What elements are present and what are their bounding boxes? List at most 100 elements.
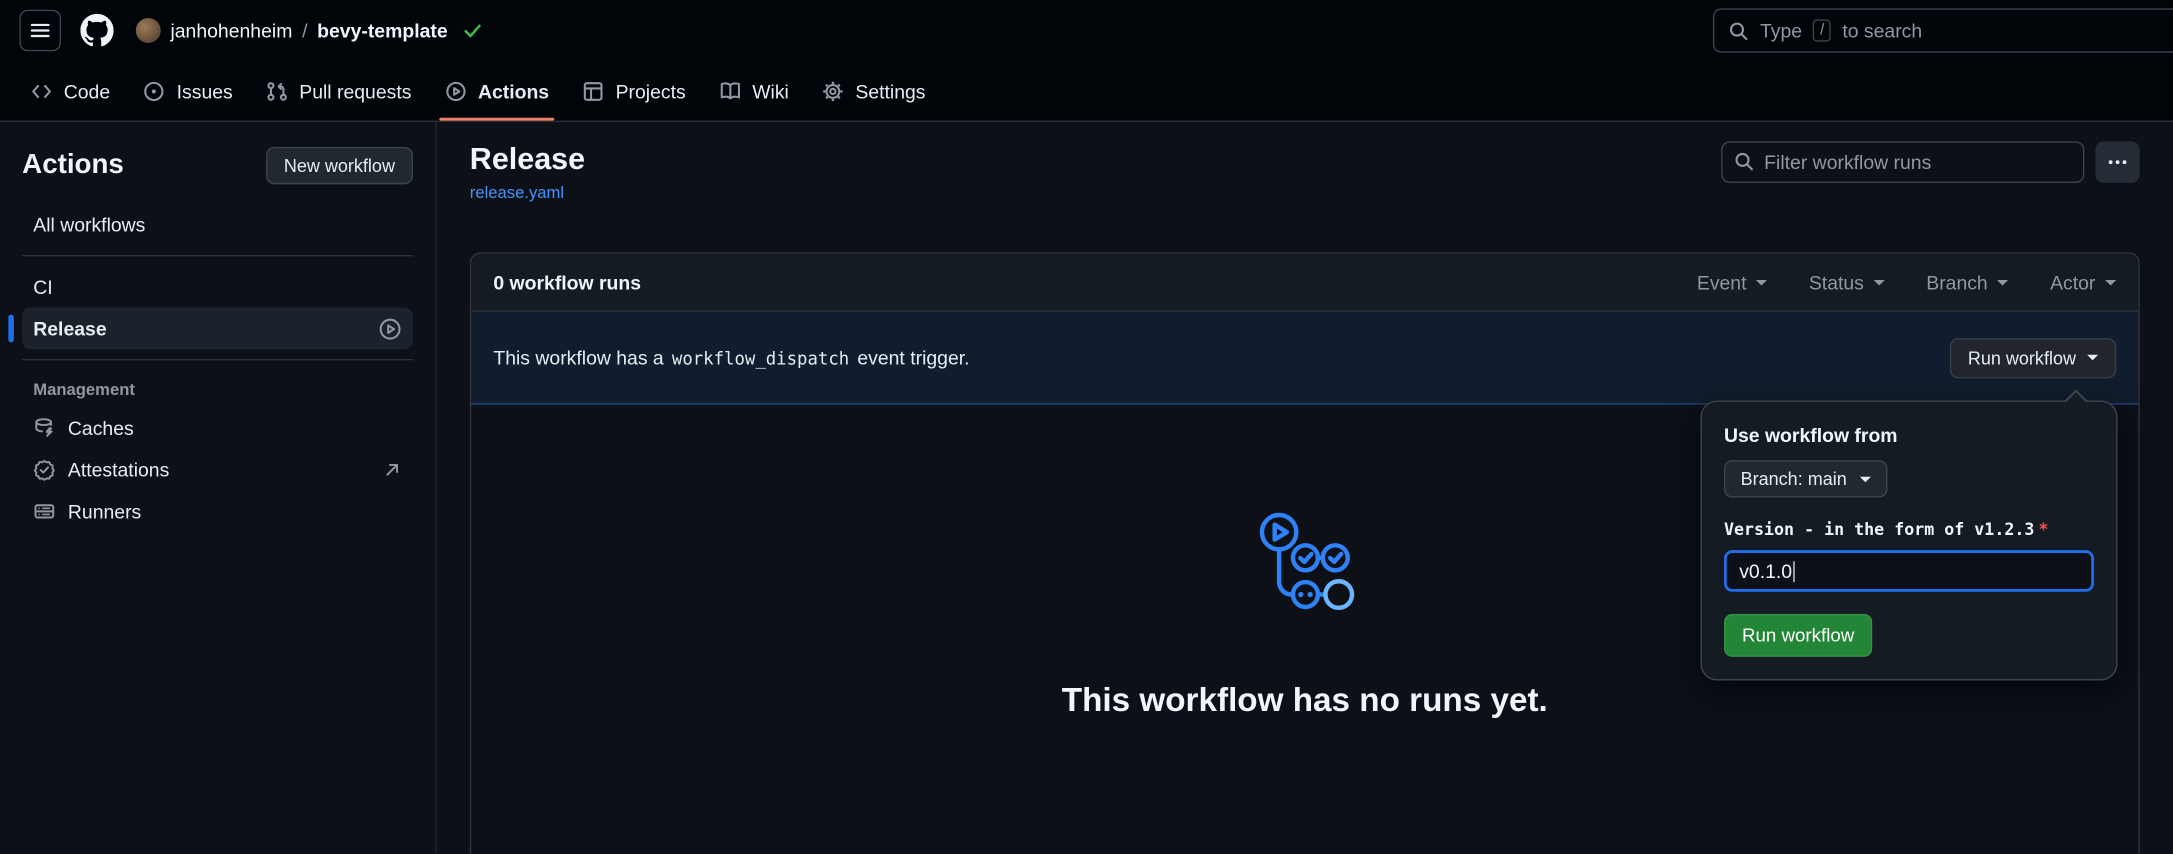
kebab-icon <box>2106 151 2128 173</box>
breadcrumb-repo-link[interactable]: bevy-template <box>317 19 447 41</box>
popover-title: Use workflow from <box>1724 424 2094 446</box>
breadcrumb-separator: / <box>302 19 307 41</box>
git-pull-request-icon <box>266 80 288 102</box>
table-icon <box>582 80 604 102</box>
tab-actions[interactable]: Actions <box>431 61 563 121</box>
empty-state-title: This workflow has no runs yet. <box>1062 682 1548 721</box>
sidebar-divider <box>22 255 413 256</box>
page-title: Release <box>470 141 585 176</box>
tab-label: Actions <box>478 80 549 102</box>
management-section-label: Management <box>33 380 413 399</box>
banner-text-before: This workflow has a <box>493 347 663 369</box>
tab-label: Wiki <box>752 80 789 102</box>
hamburger-icon <box>29 19 51 41</box>
banner-code: workflow_dispatch <box>669 348 852 369</box>
global-search-input[interactable]: Type / to search <box>1713 8 2173 52</box>
workflow-graph-illustration <box>1249 510 1360 621</box>
chevron-down-icon <box>1997 280 2008 286</box>
code-icon <box>30 80 52 102</box>
repo-navigation: Code Issues Pull requests Actions Projec… <box>0 61 2173 122</box>
gear-icon <box>822 80 844 102</box>
tab-label: Settings <box>855 80 925 102</box>
sidebar-divider <box>22 359 413 360</box>
sidebar-item-all-workflows[interactable]: All workflows <box>22 204 413 246</box>
sidebar-item-label: All workflows <box>33 213 145 235</box>
run-workflow-dropdown-button[interactable]: Run workflow <box>1950 338 2116 378</box>
chevron-down-icon <box>1756 280 1767 286</box>
breadcrumb: janhohenheim / bevy-template <box>136 18 482 43</box>
tab-label: Projects <box>616 80 686 102</box>
tab-label: Code <box>64 80 110 102</box>
sidebar-item-runners[interactable]: Runners <box>22 491 413 533</box>
status-filter-dropdown[interactable]: Status <box>1809 271 1885 293</box>
version-input[interactable]: v0.1.0 <box>1724 550 2094 592</box>
search-icon <box>1728 20 1749 41</box>
issue-opened-icon <box>143 80 165 102</box>
sidebar-item-label: Release <box>33 317 106 339</box>
sidebar-item-attestations[interactable]: Attestations <box>22 449 413 491</box>
dropdown-label: Branch <box>1926 271 1987 293</box>
workflow-options-button[interactable] <box>2095 141 2139 183</box>
filter-workflow-runs-input[interactable] <box>1721 141 2084 183</box>
tab-code[interactable]: Code <box>17 61 124 121</box>
tab-label: Issues <box>177 80 233 102</box>
global-header: janhohenheim / bevy-template Type / to s… <box>0 0 2173 61</box>
sidebar-title: Actions <box>22 150 124 182</box>
avatar[interactable] <box>136 18 161 43</box>
cache-icon <box>33 417 55 439</box>
actions-sidebar: Actions New workflow All workflows CI Re… <box>0 122 437 854</box>
workflow-dispatch-play-icon <box>378 317 402 341</box>
banner-text-after: event trigger. <box>857 347 969 369</box>
version-input-value: v0.1.0 <box>1739 560 1792 582</box>
sidebar-item-label: CI <box>33 276 52 298</box>
tab-settings[interactable]: Settings <box>808 61 939 121</box>
external-link-icon <box>382 460 401 479</box>
runs-count: 0 workflow runs <box>493 271 641 293</box>
run-workflow-submit-button[interactable]: Run workflow <box>1724 614 1872 657</box>
play-circle-icon <box>445 80 467 102</box>
version-input-label: Version - in the form of v1.2.3* <box>1724 520 2094 539</box>
dropdown-label: Actor <box>2050 271 2095 293</box>
verified-icon <box>33 459 55 481</box>
dropdown-label: Status <box>1809 271 1864 293</box>
chevron-down-icon <box>1859 476 1870 482</box>
branch-filter-dropdown[interactable]: Branch <box>1926 271 2008 293</box>
required-asterisk: * <box>2039 520 2049 539</box>
selected-indicator <box>8 315 14 343</box>
workflow-file-link[interactable]: release.yaml <box>470 183 564 202</box>
sidebar-item-label: Attestations <box>68 459 169 481</box>
search-icon <box>1734 151 1755 172</box>
sidebar-item-release[interactable]: Release <box>22 308 413 350</box>
search-placeholder-prefix: Type <box>1760 19 1802 41</box>
dropdown-label: Event <box>1697 271 1747 293</box>
github-actions-page: janhohenheim / bevy-template Type / to s… <box>0 0 2173 854</box>
run-workflow-label: Run workflow <box>1968 348 2076 369</box>
sidebar-item-label: Runners <box>68 500 141 522</box>
server-icon <box>33 500 55 522</box>
sidebar-item-caches[interactable]: Caches <box>22 407 413 449</box>
hamburger-menu-button[interactable] <box>19 10 61 52</box>
breadcrumb-owner-link[interactable]: janhohenheim <box>170 19 292 41</box>
branch-select-button[interactable]: Branch: main <box>1724 460 1887 497</box>
sidebar-item-label: Caches <box>68 417 134 439</box>
tab-issues[interactable]: Issues <box>130 61 247 121</box>
tab-label: Pull requests <box>299 80 411 102</box>
workflow-dispatch-banner: This workflow has a workflow_dispatch ev… <box>471 312 2138 405</box>
github-logo-icon[interactable] <box>80 14 113 47</box>
actor-filter-dropdown[interactable]: Actor <box>2050 271 2116 293</box>
search-placeholder-suffix: to search <box>1842 19 1922 41</box>
branch-select-label: Branch: main <box>1741 468 1847 489</box>
new-workflow-button[interactable]: New workflow <box>266 147 413 184</box>
tab-projects[interactable]: Projects <box>568 61 699 121</box>
run-workflow-popover: Use workflow from Branch: main Version -… <box>1700 401 2117 681</box>
tab-pull-requests[interactable]: Pull requests <box>252 61 425 121</box>
runs-table-header: 0 workflow runs Event Status Branch Acto… <box>471 254 2138 312</box>
sidebar-item-ci[interactable]: CI <box>22 266 413 308</box>
text-cursor <box>1793 561 1794 582</box>
chevron-down-icon <box>2087 355 2098 361</box>
event-filter-dropdown[interactable]: Event <box>1697 271 1767 293</box>
slash-key-hint: / <box>1813 19 1831 41</box>
check-icon <box>463 21 482 40</box>
tab-wiki[interactable]: Wiki <box>705 61 803 121</box>
chevron-down-icon <box>2105 280 2116 286</box>
